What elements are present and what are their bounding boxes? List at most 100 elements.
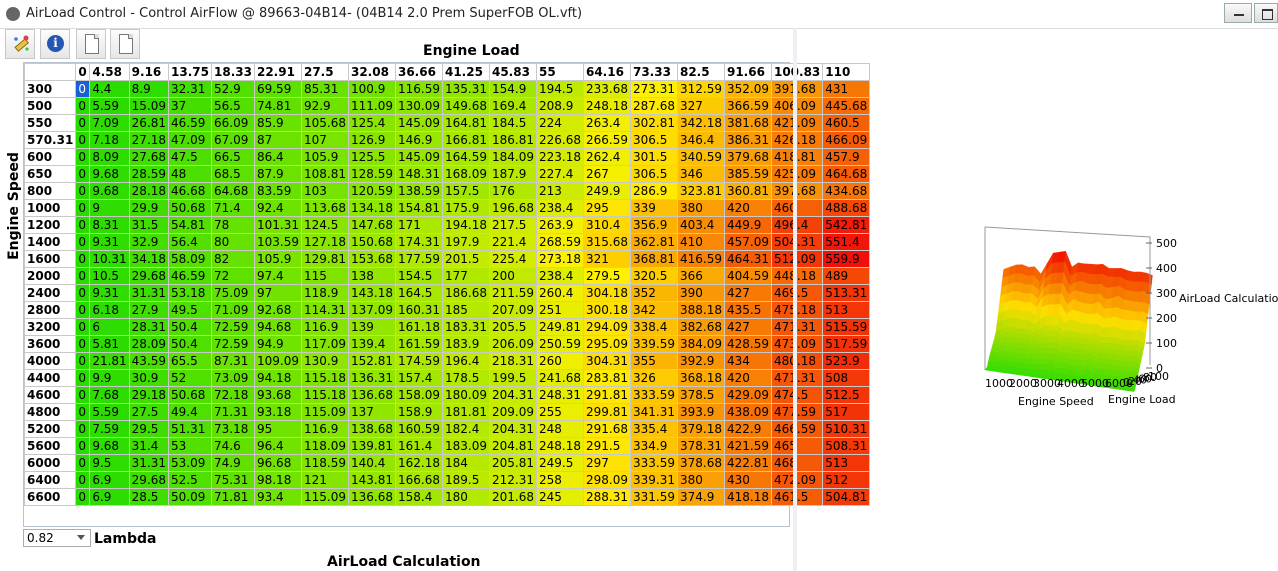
map-cell[interactable]: 466.59 <box>770 420 824 438</box>
map-cell[interactable]: 266.59 <box>582 131 631 149</box>
map-cell[interactable]: 477.59 <box>770 403 824 421</box>
map-cell[interactable]: 175.9 <box>441 199 490 217</box>
map-cell[interactable]: 32.9 <box>128 233 170 251</box>
map-cell[interactable]: 115.09 <box>300 403 349 421</box>
map-cell[interactable]: 94.68 <box>253 318 302 336</box>
map-cell[interactable]: 74.81 <box>253 97 302 115</box>
map-cell[interactable]: 97.4 <box>253 267 302 285</box>
map-cell[interactable]: 223.18 <box>535 148 584 166</box>
map-cell[interactable]: 168.09 <box>441 165 490 183</box>
map-cell[interactable]: 135.31 <box>441 80 490 98</box>
map-cell[interactable]: 238.4 <box>535 267 584 285</box>
map-cell[interactable]: 49.4 <box>168 403 212 421</box>
map-cell[interactable]: 466.09 <box>822 131 871 149</box>
map-cell[interactable]: 517.59 <box>822 335 871 353</box>
map-cell[interactable]: 393.9 <box>676 403 725 421</box>
map-cell[interactable]: 98.18 <box>253 471 302 489</box>
map-cell[interactable]: 321 <box>582 250 631 268</box>
map-cell[interactable]: 267 <box>582 165 631 183</box>
map-cell[interactable]: 416.59 <box>676 250 725 268</box>
map-cell[interactable]: 143.18 <box>347 284 396 302</box>
map-cell[interactable]: 67.09 <box>211 131 255 149</box>
map-cell[interactable]: 85.31 <box>300 80 349 98</box>
map-cell[interactable]: 115.18 <box>300 386 349 404</box>
map-cell[interactable]: 263.9 <box>535 216 584 234</box>
map-cell[interactable]: 312.59 <box>676 80 725 98</box>
map-cell[interactable]: 93.4 <box>253 488 302 506</box>
map-cell[interactable]: 9.9 <box>89 369 130 387</box>
map-cell[interactable]: 26.81 <box>128 114 170 132</box>
map-cell[interactable]: 504.31 <box>770 233 824 251</box>
map-cell[interactable]: 360.81 <box>723 182 772 200</box>
map-cell[interactable]: 107 <box>300 131 349 149</box>
map-cell[interactable]: 422.81 <box>723 454 772 472</box>
map-cell[interactable]: 100.9 <box>347 80 396 98</box>
map-cell[interactable]: 6.18 <box>89 301 130 319</box>
blank-document-button[interactable] <box>110 29 140 59</box>
map-cell[interactable]: 384.09 <box>676 335 725 353</box>
panel-divider[interactable] <box>793 28 797 571</box>
map-cell[interactable]: 341.31 <box>629 403 678 421</box>
map-cell[interactable]: 211.59 <box>488 284 537 302</box>
map-cell[interactable]: 157.4 <box>394 369 443 387</box>
map-cell[interactable]: 149.68 <box>441 97 490 115</box>
map-cell[interactable]: 390 <box>676 284 725 302</box>
map-cell[interactable]: 386.31 <box>723 131 772 149</box>
map-cell[interactable]: 5.81 <box>89 335 130 353</box>
map-cell[interactable]: 118.09 <box>300 437 349 455</box>
map-cell[interactable]: 513 <box>822 301 871 319</box>
map-cell[interactable]: 0 <box>75 420 91 438</box>
map-cell[interactable]: 139 <box>347 318 396 336</box>
map-cell[interactable]: 116.9 <box>300 420 349 438</box>
map-cell[interactable]: 136.31 <box>347 369 396 387</box>
map-cell[interactable]: 291.5 <box>582 437 631 455</box>
map-cell[interactable]: 47.09 <box>168 131 212 149</box>
map-cell[interactable]: 422.9 <box>723 420 772 438</box>
map-cell[interactable]: 420 <box>723 369 772 387</box>
map-cell[interactable]: 117.09 <box>300 335 349 353</box>
map-cell[interactable]: 51.31 <box>168 420 212 438</box>
map-cell[interactable]: 249.9 <box>582 182 631 200</box>
map-cell[interactable]: 92.68 <box>253 301 302 319</box>
map-cell[interactable]: 82 <box>211 250 255 268</box>
map-cell[interactable]: 366 <box>676 267 725 285</box>
map-cell[interactable]: 513 <box>822 454 871 472</box>
map-cell[interactable]: 421.09 <box>770 114 824 132</box>
map-cell[interactable]: 304.31 <box>582 352 631 370</box>
map-cell[interactable]: 425.09 <box>770 165 824 183</box>
map-cell[interactable]: 157.5 <box>441 182 490 200</box>
map-cell[interactable]: 200 <box>488 267 537 285</box>
map-cell[interactable]: 154.81 <box>394 199 443 217</box>
map-cell[interactable]: 295 <box>582 199 631 217</box>
map-cell[interactable]: 29.68 <box>128 471 170 489</box>
map-cell[interactable]: 147.68 <box>347 216 396 234</box>
map-cell[interactable]: 403.4 <box>676 216 725 234</box>
map-cell[interactable]: 166.81 <box>441 131 490 149</box>
map-cell[interactable]: 338.4 <box>629 318 678 336</box>
map-cell[interactable]: 206.09 <box>488 335 537 353</box>
map-cell[interactable]: 138 <box>347 267 396 285</box>
map-cell[interactable]: 0 <box>75 182 91 200</box>
map-cell[interactable]: 96.68 <box>253 454 302 472</box>
map-cell[interactable]: 143.81 <box>347 471 396 489</box>
map-cell[interactable]: 302.81 <box>629 114 678 132</box>
map-cell[interactable]: 0 <box>75 301 91 319</box>
map-cell[interactable]: 180 <box>441 488 490 506</box>
map-cell[interactable]: 201.5 <box>441 250 490 268</box>
map-cell[interactable]: 326 <box>629 369 678 387</box>
map-cell[interactable]: 250.59 <box>535 335 584 353</box>
map-cell[interactable]: 68.5 <box>211 165 255 183</box>
map-cell[interactable]: 0 <box>75 284 91 302</box>
map-cell[interactable]: 488.68 <box>822 199 871 217</box>
map-cell[interactable]: 194.5 <box>535 80 584 98</box>
map-cell[interactable]: 418.18 <box>723 488 772 506</box>
map-cell[interactable]: 109.09 <box>253 352 302 370</box>
map-cell[interactable]: 50.68 <box>168 386 212 404</box>
map-cell[interactable]: 137 <box>347 403 396 421</box>
map-cell[interactable]: 10.5 <box>89 267 130 285</box>
map-cell[interactable]: 27.18 <box>128 131 170 149</box>
map-cell[interactable]: 420 <box>723 199 772 217</box>
map-cell[interactable]: 103 <box>300 182 349 200</box>
map-cell[interactable]: 304.18 <box>582 284 631 302</box>
map-cell[interactable]: 523.9 <box>822 352 871 370</box>
